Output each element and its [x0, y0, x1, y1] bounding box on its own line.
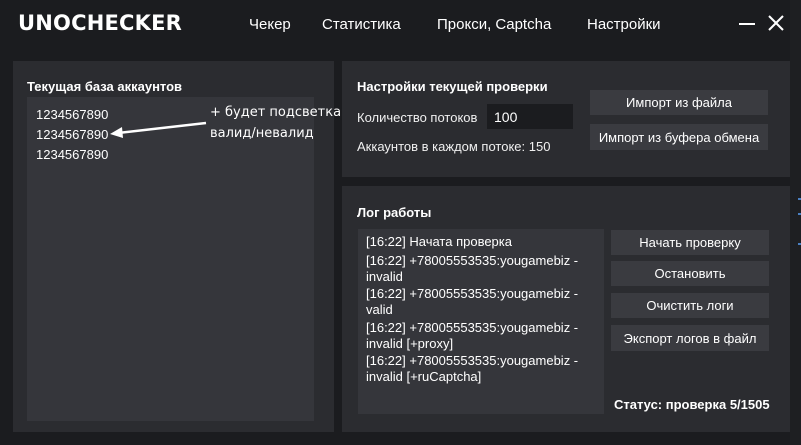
log-output[interactable]: [16:22] Начата проверка [16:22] +7800555… — [358, 229, 604, 414]
import-file-button[interactable]: Импорт из файла — [590, 90, 768, 115]
nav-statistics[interactable]: Статистика — [322, 16, 401, 33]
per-thread-label: Аккаунтов в каждом потоке: 150 — [357, 139, 551, 154]
close-button[interactable] — [765, 12, 787, 34]
nav-proxy-captcha[interactable]: Прокси, Captcha — [437, 16, 551, 33]
export-logs-button[interactable]: Экспорт логов в файл — [611, 325, 769, 351]
log-entry: [16:22] +78005553535:yougamebiz - invali… — [366, 353, 579, 384]
accounts-list[interactable]: 1234567890 1234567890 1234567890 — [27, 97, 314, 421]
background-window-edge — [790, 0, 801, 445]
top-bar: UNOCHECKER Чекер Статистика Прокси, Capt… — [0, 0, 790, 48]
stop-button[interactable]: Остановить — [611, 261, 769, 286]
annotation-text-1: + будет подсветка — [210, 105, 342, 120]
account-line: 1234567890 — [36, 127, 109, 142]
log-entry: [16:22] +78005553535:yougamebiz - valid — [366, 286, 579, 317]
nav-settings[interactable]: Настройки — [587, 16, 661, 33]
log-entry: [16:22] Начата проверка — [366, 234, 512, 249]
account-line: 1234567890 — [36, 147, 109, 162]
app-window: UNOCHECKER Чекер Статистика Прокси, Capt… — [0, 0, 790, 445]
status-text: Статус: проверка 5/1505 — [614, 397, 770, 412]
annotation-arrow-icon — [110, 121, 207, 138]
log-title: Лог работы — [357, 205, 432, 220]
threads-input[interactable] — [487, 104, 573, 129]
start-check-button[interactable]: Начать проверку — [611, 230, 769, 255]
app-logo: UNOCHECKER — [18, 11, 183, 35]
nav-checker[interactable]: Чекер — [249, 16, 291, 33]
minimize-button[interactable] — [736, 12, 758, 34]
log-entry: [16:22] +78005553535:yougamebiz - invali… — [366, 320, 579, 351]
close-icon — [768, 15, 784, 31]
clear-logs-button[interactable]: Очистить логи — [611, 293, 769, 318]
settings-title: Настройки текущей проверки — [357, 79, 548, 94]
threads-label: Количество потоков — [357, 110, 478, 125]
import-clipboard-button[interactable]: Импорт из буфера обмена — [590, 124, 768, 150]
account-line: 1234567890 — [36, 107, 109, 122]
log-entry: [16:22] +78005553535:yougamebiz - invali… — [366, 253, 579, 284]
annotation-text-2: валид/невалид — [210, 126, 314, 141]
accounts-title: Текущая база аккаунтов — [27, 79, 183, 94]
minimize-icon — [739, 23, 755, 25]
